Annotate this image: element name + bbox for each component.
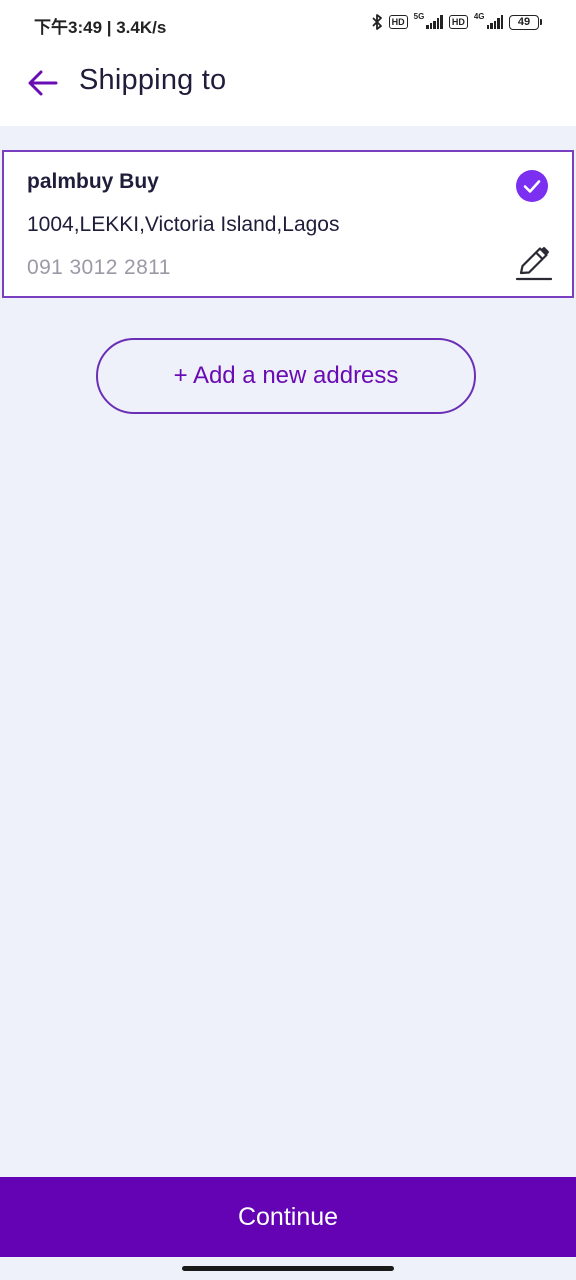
home-indicator[interactable] bbox=[182, 1266, 394, 1271]
battery-icon: 49 bbox=[509, 14, 542, 30]
signal-icon bbox=[486, 15, 503, 29]
add-address-button[interactable]: + Add a new address bbox=[96, 338, 476, 414]
address-recipient-name: palmbuy Buy bbox=[27, 170, 159, 193]
signal-icon bbox=[426, 15, 443, 29]
address-line: 1004,LEKKI,Victoria Island,Lagos bbox=[27, 213, 340, 236]
address-card[interactable]: palmbuy Buy 1004,LEKKI,Victoria Island,L… bbox=[2, 150, 574, 298]
network-type-label: 5G bbox=[413, 11, 425, 21]
hd-badge: HD bbox=[388, 15, 408, 29]
status-time: 下午3:49 | 3.4K/s bbox=[34, 18, 167, 37]
pencil-icon[interactable] bbox=[514, 244, 552, 282]
network-type-label: 4G bbox=[473, 11, 485, 21]
continue-button[interactable]: Continue bbox=[0, 1177, 576, 1257]
page-title: Shipping to bbox=[79, 64, 227, 96]
address-phone: 091 3012 2811 bbox=[27, 256, 171, 279]
battery-level: 49 bbox=[509, 14, 539, 30]
bluetooth-icon bbox=[372, 14, 382, 30]
status-icons: HD 5G HD 4G 49 bbox=[371, 12, 542, 32]
app-header: Shipping to bbox=[0, 44, 576, 126]
check-circle-icon[interactable] bbox=[516, 170, 548, 202]
arrow-left-icon[interactable] bbox=[26, 66, 60, 100]
status-bar: 下午3:49 | 3.4K/s HD 5G HD 4G 49 bbox=[0, 0, 576, 44]
hd-badge: HD bbox=[448, 15, 468, 29]
